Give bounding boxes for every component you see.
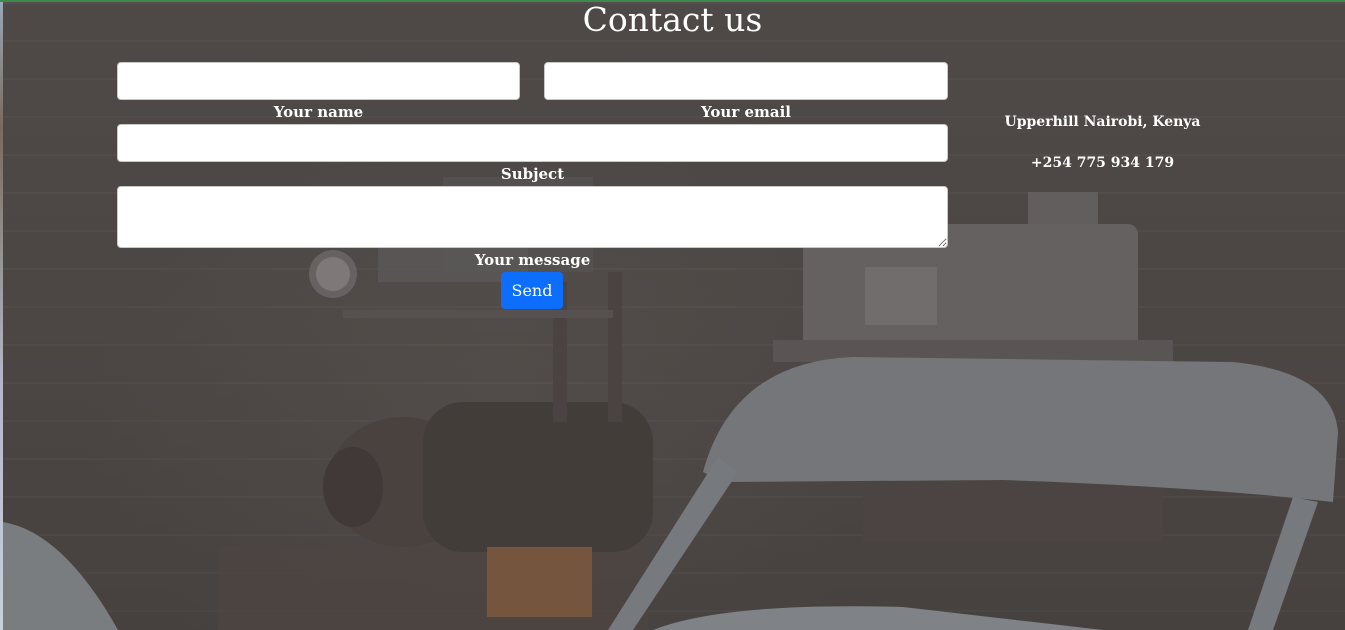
contact-address: Upperhill Nairobi, Kenya [1004, 114, 1201, 130]
message-textarea[interactable] [117, 186, 948, 248]
email-input[interactable] [544, 62, 948, 100]
name-input[interactable] [117, 62, 520, 100]
email-label: Your email [701, 103, 791, 121]
subject-input[interactable] [117, 124, 948, 162]
subject-label: Subject [500, 165, 565, 183]
send-button[interactable]: Send [501, 272, 563, 309]
message-label: Your message [474, 251, 591, 269]
name-label: Your name [273, 103, 364, 121]
page-title: Contact us [582, 0, 763, 39]
contact-phone: +254 775 934 179 [1030, 155, 1175, 171]
